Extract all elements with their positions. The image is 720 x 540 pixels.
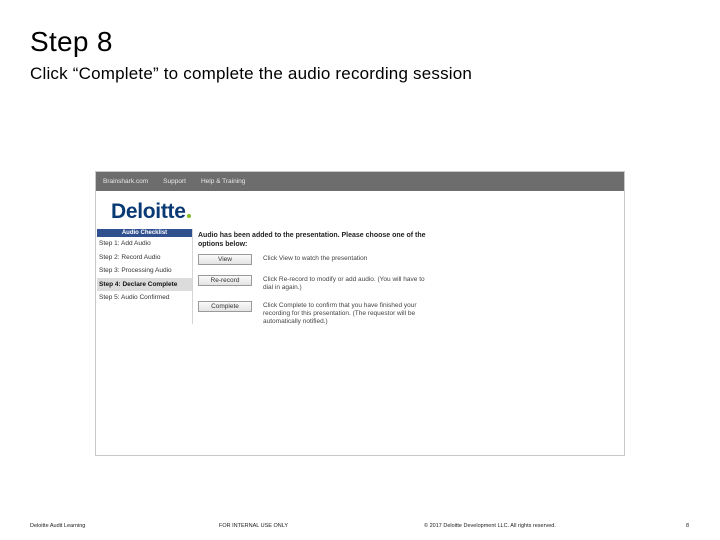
checklist-item-declare-complete: Step 4: Declare Complete <box>97 277 192 291</box>
rerecord-description: Click Re-record to modify or add audio. … <box>263 276 425 291</box>
footer-copyright: © 2017 Deloitte Development LLC. All rig… <box>424 523 556 529</box>
checklist-header: Audio Checklist <box>97 229 192 237</box>
complete-button[interactable]: Complete <box>198 301 252 312</box>
footer-center: FOR INTERNAL USE ONLY <box>219 523 289 529</box>
checklist-item-record-audio: Step 2: Record Audio <box>99 253 161 261</box>
logo-text: Deloitte <box>111 200 186 223</box>
nav-link-support[interactable]: Support <box>163 178 186 185</box>
panel-heading: Audio has been added to the presentation… <box>198 232 426 248</box>
checklist-item-audio-confirmed: Step 5: Audio Confirmed <box>99 294 170 301</box>
options-panel: Audio has been added to the presentation… <box>198 231 438 325</box>
view-button[interactable]: View <box>198 254 252 265</box>
checklist-item-processing-audio: Step 3: Processing Audio <box>99 267 172 274</box>
deloitte-logo: Deloitte <box>111 200 191 224</box>
logo-dot-icon <box>186 214 191 218</box>
footer-left: Deloitte Audit Learning <box>30 523 86 529</box>
app-screenshot: Brainshark.com Support Help & Training D… <box>95 171 625 456</box>
nav-link-help-training[interactable]: Help & Training <box>201 178 245 185</box>
page-number: 8 <box>686 523 690 529</box>
slide-title: Step 8 <box>30 26 113 57</box>
complete-description: Click Complete to confirm that you have … <box>263 302 417 325</box>
rerecord-button[interactable]: Re-record <box>198 275 252 286</box>
nav-link-brainshark[interactable]: Brainshark.com <box>103 178 148 185</box>
audio-checklist: Audio Checklist Step 1: Add Audio Step 2… <box>97 229 193 324</box>
view-description: Click View to watch the presentation <box>263 255 368 262</box>
top-nav-bar: Brainshark.com Support Help & Training <box>96 172 624 191</box>
slide-subtitle: Click “Complete” to complete the audio r… <box>30 64 473 83</box>
checklist-item-add-audio: Step 1: Add Audio <box>99 240 151 247</box>
